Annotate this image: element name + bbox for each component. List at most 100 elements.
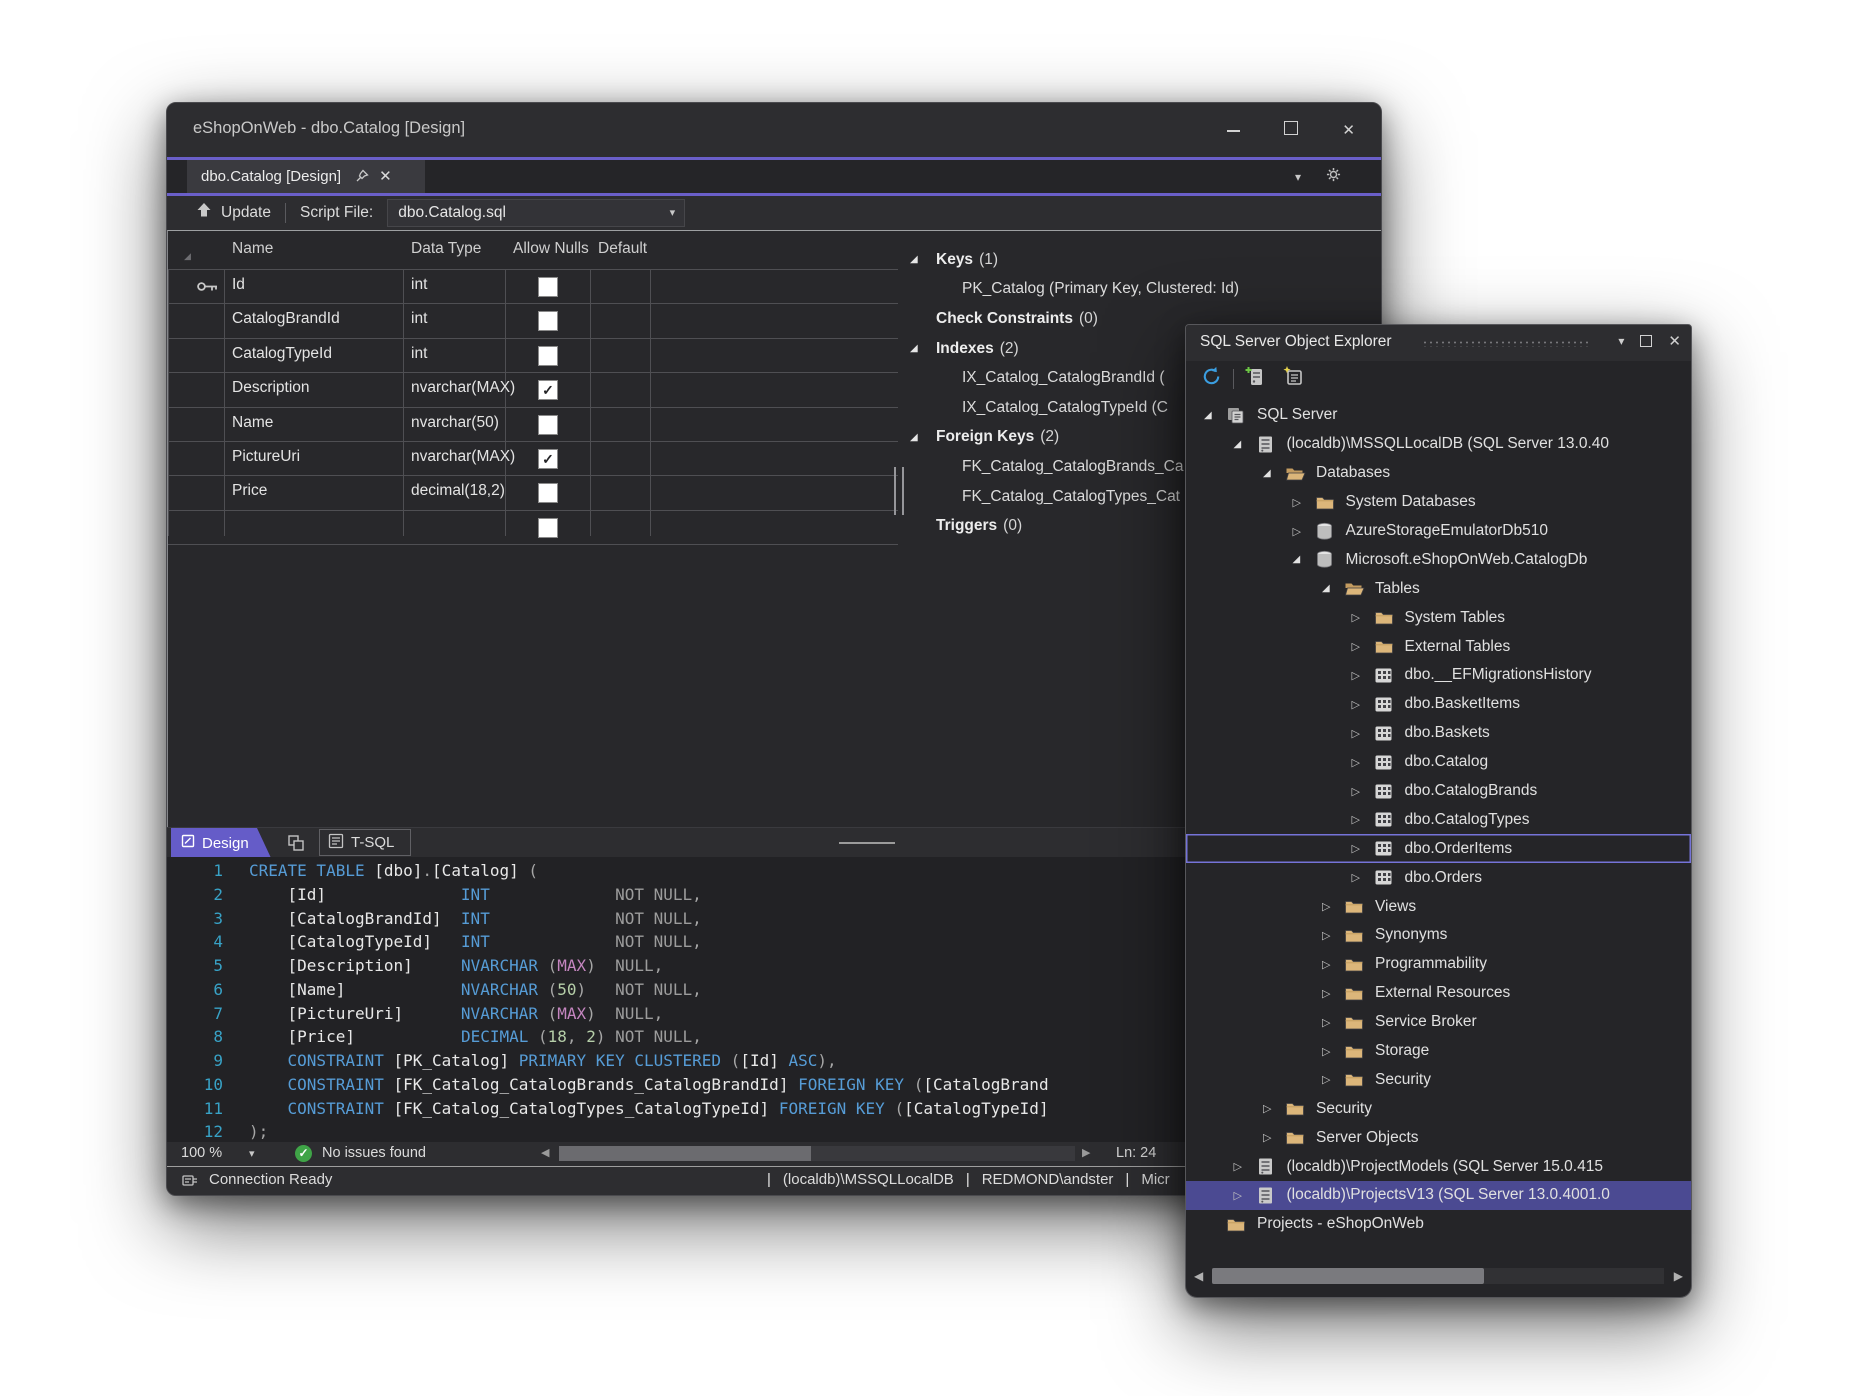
tree-item-external-resources[interactable]: ▷External Resources <box>1186 979 1691 1008</box>
tab-dbo-catalog-design[interactable]: dbo.Catalog [Design] ✕ <box>187 160 425 194</box>
collapse-arrow-icon[interactable]: ▷ <box>1352 756 1374 769</box>
collapse-arrow-icon[interactable]: ▷ <box>1263 1131 1285 1144</box>
column-name-cell[interactable]: PictureUri <box>232 448 300 466</box>
tree-item-tables[interactable]: ◢Tables <box>1186 574 1691 603</box>
zoom-chevron-icon[interactable]: ▾ <box>249 1147 255 1160</box>
scroll-left-icon[interactable]: ◀ <box>1194 1269 1203 1283</box>
column-name-cell[interactable]: Description <box>232 379 310 397</box>
tree-item-external-tables[interactable]: ▷External Tables <box>1186 632 1691 661</box>
allow-nulls-checkbox[interactable]: ✓ <box>538 380 558 400</box>
add-sql-server-icon[interactable] <box>1244 365 1268 394</box>
column-header-datatype[interactable]: Data Type <box>411 240 481 258</box>
collapse-arrow-icon[interactable]: ▷ <box>1322 929 1344 942</box>
data-type-cell[interactable]: nvarchar(MAX) <box>411 379 515 397</box>
table-row[interactable]: CatalogTypeIdint <box>168 339 898 373</box>
data-type-cell[interactable]: nvarchar(MAX) <box>411 448 515 466</box>
context-section-header[interactable]: ◢Keys(1) <box>910 245 1370 275</box>
collapse-arrow-icon[interactable]: ▷ <box>1293 496 1315 509</box>
tree-item-dbo-efmigrationshistory[interactable]: ▷dbo.__EFMigrationsHistory <box>1186 661 1691 690</box>
tree-item-microsoft-eshoponweb-catalogdb[interactable]: ◢Microsoft.eShopOnWeb.CatalogDb <box>1186 545 1691 574</box>
collapse-arrow-icon[interactable]: ▷ <box>1322 1045 1344 1058</box>
zoom-level-dropdown[interactable]: 100 % <box>181 1145 222 1161</box>
column-name-cell[interactable]: CatalogBrandId <box>232 310 340 328</box>
tab-list-chevron-icon[interactable]: ▾ <box>1295 170 1301 184</box>
collapse-arrow-icon[interactable]: ▷ <box>1352 640 1374 653</box>
tree-item-localdb-projectsv13-sql-server-13-0-4001-0[interactable]: ▷(localdb)\ProjectsV13 (SQL Server 13.0.… <box>1186 1181 1691 1210</box>
collapse-arrow-icon[interactable]: ▷ <box>1352 611 1374 624</box>
column-name-cell[interactable]: Name <box>232 414 273 432</box>
table-row[interactable]: CatalogBrandIdint <box>168 304 898 338</box>
tree-item-sql-server[interactable]: ◢SQL Server <box>1186 401 1691 430</box>
tree-item-service-broker[interactable]: ▷Service Broker <box>1186 1008 1691 1037</box>
allow-nulls-checkbox[interactable]: ✓ <box>538 449 558 469</box>
expand-arrow-icon[interactable]: ◢ <box>1263 468 1285 479</box>
column-header-name[interactable]: Name <box>232 240 273 258</box>
expand-arrow-icon[interactable]: ◢ <box>1293 554 1315 565</box>
collapse-arrow-icon[interactable]: ▷ <box>1352 727 1374 740</box>
collapse-arrow-icon[interactable]: ▷ <box>1322 1073 1344 1086</box>
expand-arrow-icon[interactable]: ◢ <box>910 343 936 354</box>
allow-nulls-checkbox[interactable] <box>538 483 558 503</box>
select-all-corner-icon[interactable]: ◢ <box>184 251 191 262</box>
pane-splitter-grip[interactable] <box>839 842 895 844</box>
tree-item-localdb-projectmodels-sql-server-15-0-415[interactable]: ▷(localdb)\ProjectModels (SQL Server 15.… <box>1186 1152 1691 1181</box>
refresh-icon[interactable] <box>1200 365 1223 393</box>
panel-close-icon[interactable]: ✕ <box>1668 332 1681 350</box>
tree-item-localdb-mssqllocaldb-sql-server-13-0-40[interactable]: ◢(localdb)\MSSQLLocalDB (SQL Server 13.0… <box>1186 430 1691 459</box>
column-name-cell[interactable]: CatalogTypeId <box>232 345 332 363</box>
horizontal-scrollbar[interactable] <box>559 1146 1075 1161</box>
minimize-button[interactable] <box>1227 122 1240 140</box>
scroll-left-icon[interactable]: ◀ <box>541 1146 549 1159</box>
table-row[interactable] <box>168 511 898 545</box>
scroll-right-icon[interactable]: ▶ <box>1082 1146 1090 1159</box>
context-item[interactable]: PK_Catalog (Primary Key, Clustered: Id) <box>910 275 1370 305</box>
gear-icon[interactable] <box>1326 167 1341 187</box>
maximize-button[interactable] <box>1284 121 1298 140</box>
tree-item-databases[interactable]: ◢Databases <box>1186 459 1691 488</box>
column-header-default[interactable]: Default <box>598 240 647 258</box>
tree-item-dbo-basketitems[interactable]: ▷dbo.BasketItems <box>1186 690 1691 719</box>
tree-item-security[interactable]: ▷Security <box>1186 1065 1691 1094</box>
table-row[interactable]: Idint <box>168 269 898 304</box>
table-row[interactable]: PictureUri nvarchar(MAX) ✓ <box>168 442 898 476</box>
tree-item-synonyms[interactable]: ▷Synonyms <box>1186 921 1691 950</box>
close-button[interactable]: ✕ <box>1342 122 1355 140</box>
tree-item-security[interactable]: ▷Security <box>1186 1094 1691 1123</box>
allow-nulls-checkbox[interactable] <box>538 415 558 435</box>
expand-arrow-icon[interactable]: ◢ <box>910 254 936 265</box>
allow-nulls-checkbox[interactable] <box>538 311 558 331</box>
update-button[interactable]: Update <box>195 201 271 224</box>
collapse-arrow-icon[interactable]: ▷ <box>1352 698 1374 711</box>
tree-item-system-tables[interactable]: ▷System Tables <box>1186 603 1691 632</box>
tree-item-dbo-catalog[interactable]: ▷dbo.Catalog <box>1186 748 1691 777</box>
allow-nulls-checkbox[interactable] <box>538 277 558 297</box>
table-row[interactable]: Pricedecimal(18,2) <box>168 476 898 510</box>
allow-nulls-checkbox[interactable] <box>538 346 558 366</box>
scrollbar-thumb[interactable] <box>559 1146 811 1161</box>
new-query-icon[interactable] <box>1282 365 1306 394</box>
panel-drag-grip[interactable] <box>1422 340 1590 347</box>
tab-tsql[interactable]: T-SQL <box>319 829 411 856</box>
collapse-arrow-icon[interactable]: ▷ <box>1352 785 1374 798</box>
collapse-arrow-icon[interactable]: ▷ <box>1352 669 1374 682</box>
expand-arrow-icon[interactable]: ◢ <box>1204 410 1226 421</box>
tree-item-server-objects[interactable]: ▷Server Objects <box>1186 1123 1691 1152</box>
collapse-arrow-icon[interactable]: ▷ <box>1263 1102 1285 1115</box>
titlebar[interactable]: eShopOnWeb - dbo.Catalog [Design] ✕ <box>167 103 1381 157</box>
tree-item-system-databases[interactable]: ▷System Databases <box>1186 488 1691 517</box>
tree-item-dbo-catalogtypes[interactable]: ▷dbo.CatalogTypes <box>1186 805 1691 834</box>
data-type-cell[interactable]: int <box>411 276 427 294</box>
tab-design[interactable]: Design <box>171 828 271 858</box>
tree-item-views[interactable]: ▷Views <box>1186 892 1691 921</box>
expand-arrow-icon[interactable]: ◢ <box>910 432 936 443</box>
scroll-right-icon[interactable]: ▶ <box>1674 1269 1683 1283</box>
tab-close-icon[interactable]: ✕ <box>379 167 392 185</box>
data-type-cell[interactable]: nvarchar(50) <box>411 414 499 432</box>
swap-panes-button[interactable] <box>279 830 313 856</box>
collapse-arrow-icon[interactable]: ▷ <box>1352 871 1374 884</box>
scrollbar-thumb[interactable] <box>1212 1268 1484 1284</box>
expand-arrow-icon[interactable]: ◢ <box>1322 583 1344 594</box>
allow-nulls-checkbox[interactable] <box>538 518 558 538</box>
panel-chevron-icon[interactable]: ▾ <box>1618 334 1624 348</box>
collapse-arrow-icon[interactable]: ▷ <box>1322 987 1344 1000</box>
